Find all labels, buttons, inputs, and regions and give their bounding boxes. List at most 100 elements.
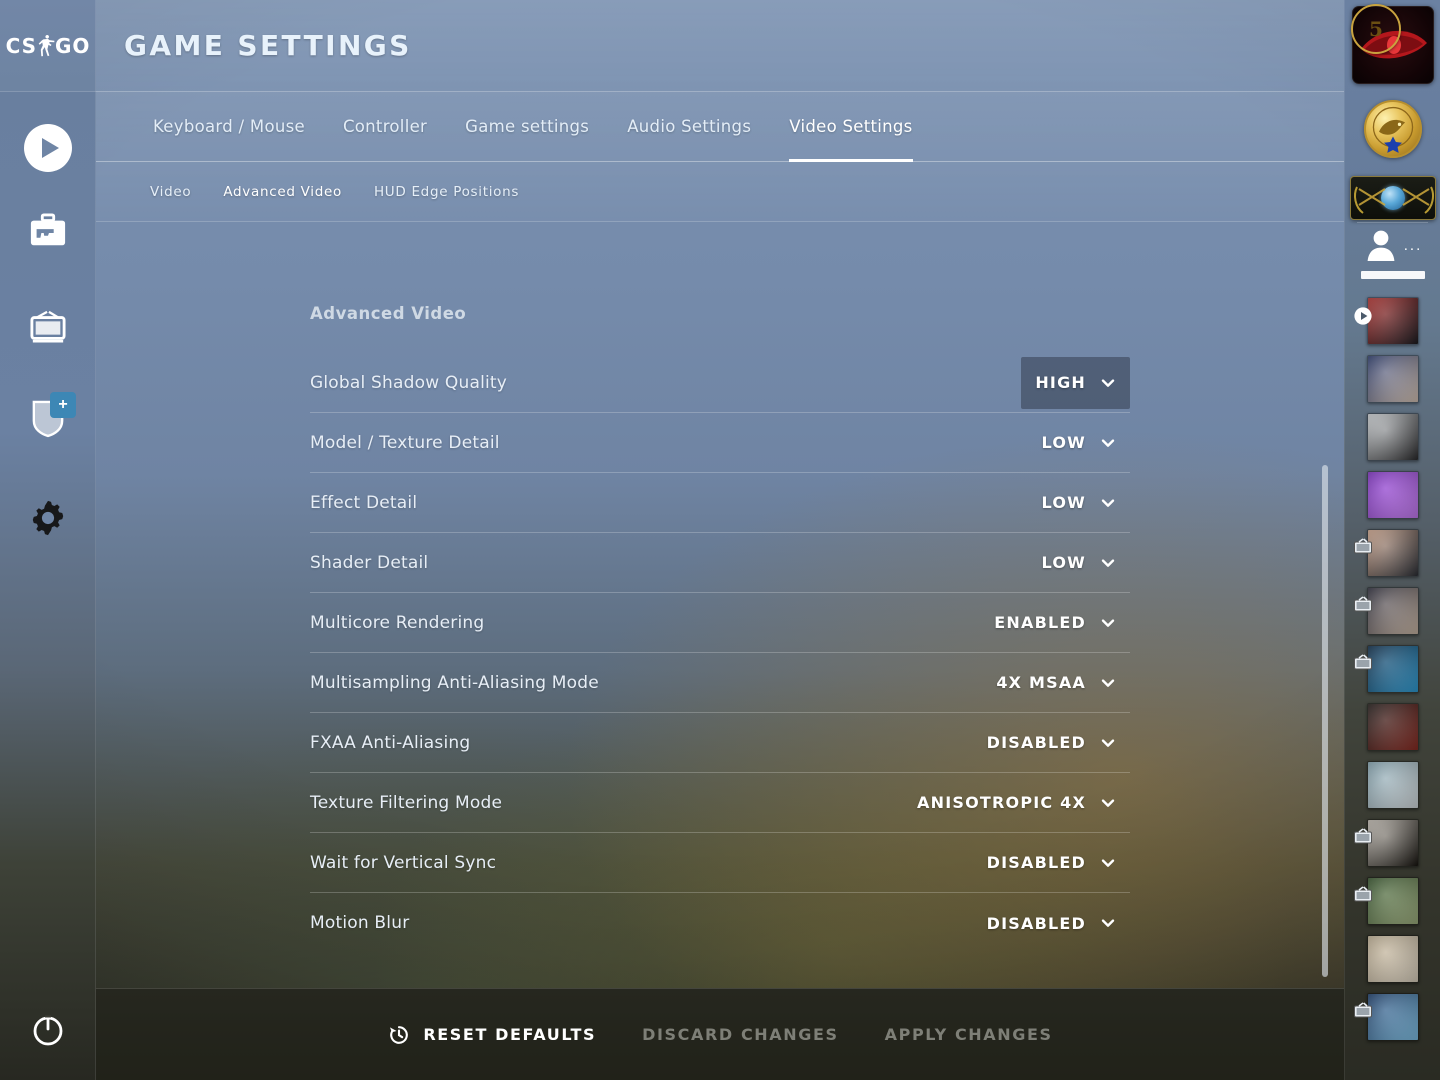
friend-avatar[interactable] (1367, 297, 1419, 345)
discard-changes-label: DISCARD CHANGES (642, 1025, 839, 1044)
setting-dropdown-wait-for-vertical-sync[interactable]: DISABLED (973, 837, 1130, 889)
scrollbar-thumb[interactable] (1322, 465, 1328, 977)
setting-dropdown-effect-detail[interactable]: LOW (1028, 477, 1130, 529)
setting-row-multicore-rendering[interactable]: Multicore Rendering ENABLED (310, 593, 1130, 653)
setting-dropdown-shader-detail[interactable]: LOW (1028, 537, 1130, 589)
tv-status-icon (1353, 654, 1373, 672)
friend-list-item[interactable] (1345, 872, 1440, 930)
settings-content: Advanced Video Global Shadow Quality HIGH… (96, 222, 1344, 987)
subtab-video[interactable]: Video (134, 184, 207, 200)
setting-row-model-texture-detail[interactable]: Model / Texture Detail LOW (310, 413, 1130, 473)
setting-row-texture-filtering-mode[interactable]: Texture Filtering Mode ANISOTROPIC 4X (310, 773, 1130, 833)
friend-avatar[interactable] (1367, 993, 1419, 1041)
sidebar-item-play[interactable] (0, 100, 96, 196)
friend-avatar[interactable] (1367, 355, 1419, 403)
friend-list-item[interactable] (1345, 408, 1440, 466)
setting-label-motion-blur: Motion Blur (310, 913, 410, 933)
setting-dropdown-motion-blur[interactable]: DISABLED (973, 897, 1130, 949)
friend-list-item[interactable] (1345, 756, 1440, 814)
left-sidebar: CS GO + (0, 0, 96, 1080)
friend-avatar[interactable] (1367, 587, 1419, 635)
friend-avatar[interactable] (1367, 529, 1419, 577)
friend-avatar[interactable] (1367, 471, 1419, 519)
gear-icon (29, 499, 67, 542)
tab-audio-settings[interactable]: Audio Settings (608, 92, 770, 162)
tab-video-settings[interactable]: Video Settings (770, 92, 931, 162)
friend-list-item[interactable] (1345, 930, 1440, 988)
service-medal-coin-icon[interactable]: 5 (1351, 4, 1401, 54)
csgo-logo[interactable]: CS GO (0, 0, 96, 92)
friends-list (1345, 292, 1440, 1046)
secondary-tabbar: Video Advanced Video HUD Edge Positions (96, 162, 1344, 222)
tv-status-icon (1353, 886, 1373, 904)
tv-status-icon (1353, 538, 1373, 556)
page-title: GAME SETTINGS (124, 29, 412, 62)
tab-keyboard-mouse[interactable]: Keyboard / Mouse (134, 92, 324, 162)
subtab-advanced-video[interactable]: Advanced Video (207, 184, 358, 200)
section-title: Advanced Video (310, 304, 467, 323)
setting-row-wait-for-vertical-sync[interactable]: Wait for Vertical Sync DISABLED (310, 833, 1130, 893)
sidebar-item-inventory[interactable] (0, 186, 96, 282)
setting-row-effect-detail[interactable]: Effect Detail LOW (310, 473, 1130, 533)
friend-avatar[interactable] (1367, 819, 1419, 867)
content-scrollbar[interactable] (1322, 465, 1328, 977)
setting-label-effect-detail: Effect Detail (310, 492, 418, 513)
friend-avatar[interactable] (1367, 413, 1419, 461)
friend-list-item[interactable] (1345, 350, 1440, 408)
add-profile-badge[interactable]: + (50, 392, 76, 418)
logo-text-go: GO (55, 33, 91, 58)
friend-list-item[interactable] (1345, 292, 1440, 350)
chevron-down-icon (1100, 795, 1116, 811)
setting-dropdown-multicore-rendering[interactable]: ENABLED (980, 597, 1130, 649)
friend-avatar[interactable] (1367, 761, 1419, 809)
setting-value-wait-for-vertical-sync: DISABLED (986, 853, 1086, 872)
friend-list-item[interactable] (1345, 524, 1440, 582)
setting-row-global-shadow-quality[interactable]: Global Shadow Quality HIGH (310, 353, 1130, 413)
operation-badge-row[interactable]: 5 (1345, 4, 1440, 100)
setting-row-multisampling-anti-aliasing-mode[interactable]: Multisampling Anti-Aliasing Mode 4X MSAA (310, 653, 1130, 713)
ellipsis-icon[interactable]: ... (1404, 238, 1423, 253)
sidebar-item-quit[interactable] (0, 984, 96, 1080)
power-icon (28, 1010, 68, 1055)
friend-avatar[interactable] (1367, 935, 1419, 983)
setting-dropdown-global-shadow-quality[interactable]: HIGH (1021, 356, 1130, 409)
apply-changes-button[interactable]: APPLY CHANGES (885, 1025, 1053, 1044)
friend-avatar[interactable] (1367, 645, 1419, 693)
self-profile-block[interactable]: ... (1345, 228, 1440, 279)
friend-list-item[interactable] (1345, 698, 1440, 756)
right-sidebar: 5 ... (1344, 0, 1440, 1080)
setting-row-shader-detail[interactable]: Shader Detail LOW (310, 533, 1130, 593)
friend-avatar[interactable] (1367, 703, 1419, 751)
discard-changes-button[interactable]: DISCARD CHANGES (642, 1025, 839, 1044)
setting-value-model-texture-detail: LOW (1041, 433, 1086, 452)
sidebar-item-settings[interactable] (0, 472, 96, 568)
gold-eagle-medal-icon[interactable] (1364, 100, 1422, 158)
page-header: GAME SETTINGS (96, 0, 1344, 92)
friend-list-item[interactable] (1345, 988, 1440, 1046)
setting-dropdown-fxaa-anti-aliasing[interactable]: DISABLED (973, 717, 1130, 769)
subtab-hud-edge-positions[interactable]: HUD Edge Positions (358, 184, 535, 200)
tv-status-icon (1353, 828, 1373, 846)
friend-list-item[interactable] (1345, 814, 1440, 872)
friend-avatar[interactable] (1367, 877, 1419, 925)
tab-game-settings[interactable]: Game settings (446, 92, 608, 162)
tab-controller[interactable]: Controller (324, 92, 446, 162)
right-panel-divider (1357, 222, 1428, 223)
setting-label-model-texture-detail: Model / Texture Detail (310, 432, 500, 453)
setting-dropdown-multisampling-anti-aliasing-mode[interactable]: 4X MSAA (982, 657, 1130, 709)
tv-icon (27, 310, 69, 351)
setting-dropdown-texture-filtering-mode[interactable]: ANISOTROPIC 4X (903, 777, 1130, 829)
eagle-medal-row[interactable] (1345, 100, 1440, 176)
reset-defaults-button[interactable]: RESET DEFAULTS (387, 1023, 596, 1047)
setting-row-motion-blur[interactable]: Motion Blur DISABLED (310, 893, 1130, 953)
friend-list-item[interactable] (1345, 640, 1440, 698)
friend-list-item[interactable] (1345, 466, 1440, 524)
sidebar-item-watch[interactable] (0, 282, 96, 378)
global-elite-rank-icon[interactable] (1350, 176, 1436, 220)
sidebar-item-profile[interactable]: + (0, 372, 96, 468)
csgo-soldier-icon (36, 33, 56, 59)
setting-row-fxaa-anti-aliasing[interactable]: FXAA Anti-Aliasing DISABLED (310, 713, 1130, 773)
setting-dropdown-model-texture-detail[interactable]: LOW (1028, 417, 1130, 469)
friend-list-item[interactable] (1345, 582, 1440, 640)
logo-text-cs: CS (5, 33, 38, 58)
